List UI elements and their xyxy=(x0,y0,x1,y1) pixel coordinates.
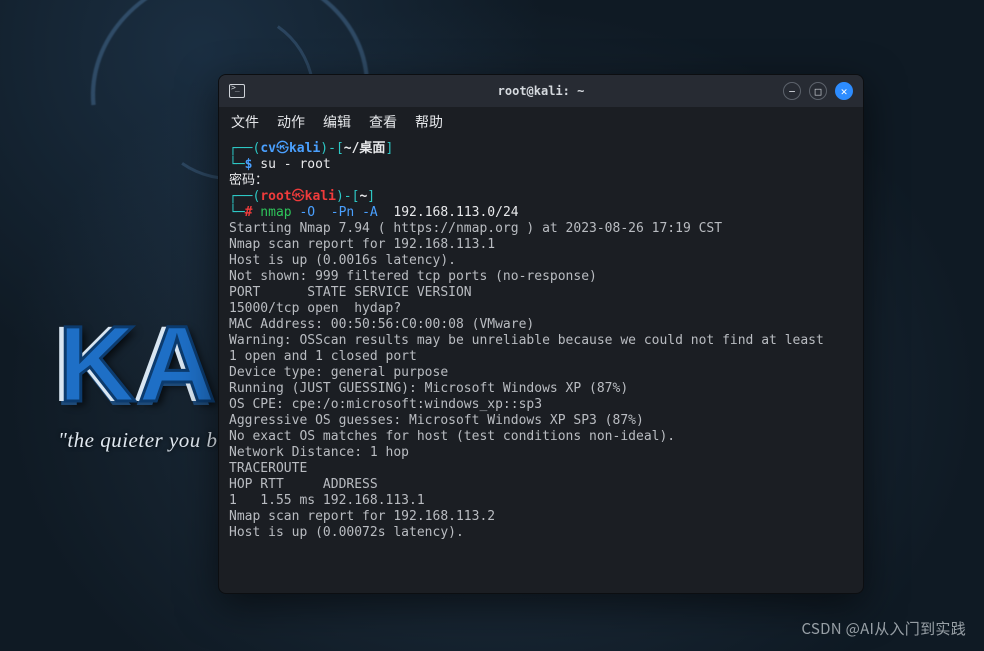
output-line: PORT STATE SERVICE VERSION xyxy=(229,285,853,301)
menu-help[interactable]: 帮助 xyxy=(415,112,443,132)
menu-file[interactable]: 文件 xyxy=(231,112,259,132)
terminal-window[interactable]: root@kali: ~ − □ ✕ 文件 动作 编辑 查看 帮助 ┌──(cv… xyxy=(218,74,864,594)
prompt-line-1b: └─$ su - root xyxy=(229,157,853,173)
output-line: HOP RTT ADDRESS xyxy=(229,477,853,493)
password-prompt: 密码： xyxy=(229,173,853,189)
terminal-menubar: 文件 动作 编辑 查看 帮助 xyxy=(219,107,863,137)
output-line: Host is up (0.0016s latency). xyxy=(229,253,853,269)
output-line: OS CPE: cpe:/o:microsoft:windows_xp::sp3 xyxy=(229,397,853,413)
output-line: TRACEROUTE xyxy=(229,461,853,477)
output-line: Nmap scan report for 192.168.113.1 xyxy=(229,237,853,253)
window-buttons: − □ ✕ xyxy=(783,82,853,100)
terminal-title: root@kali: ~ xyxy=(219,84,863,98)
output-line: Warning: OSScan results may be unreliabl… xyxy=(229,333,853,349)
minimize-button[interactable]: − xyxy=(783,82,801,100)
terminal-body[interactable]: ┌──(cv㉿kali)-[~/桌面]└─$ su - root密码：┌──(r… xyxy=(219,137,863,593)
close-button[interactable]: ✕ xyxy=(835,82,853,100)
menu-edit[interactable]: 编辑 xyxy=(323,112,351,132)
output-line: Not shown: 999 filtered tcp ports (no-re… xyxy=(229,269,853,285)
output-line: 15000/tcp open hydap? xyxy=(229,301,853,317)
terminal-titlebar[interactable]: root@kali: ~ − □ ✕ xyxy=(219,75,863,107)
output-line: Nmap scan report for 192.168.113.2 xyxy=(229,509,853,525)
output-line: MAC Address: 00:50:56:C0:00:08 (VMware) xyxy=(229,317,853,333)
output-line: 1 1.55 ms 192.168.113.1 xyxy=(229,493,853,509)
prompt-line-2: ┌──(root㉿kali)-[~] xyxy=(229,189,853,205)
output-line: No exact OS matches for host (test condi… xyxy=(229,429,853,445)
output-line: Running (JUST GUESSING): Microsoft Windo… xyxy=(229,381,853,397)
maximize-button[interactable]: □ xyxy=(809,82,827,100)
output-line: Network Distance: 1 hop xyxy=(229,445,853,461)
prompt-line-2b: └─# nmap -O -Pn -A 192.168.113.0/24 xyxy=(229,205,853,221)
terminal-icon xyxy=(229,84,245,98)
output-line: Aggressive OS guesses: Microsoft Windows… xyxy=(229,413,853,429)
output-line: Device type: general purpose xyxy=(229,365,853,381)
output-line: 1 open and 1 closed port xyxy=(229,349,853,365)
menu-view[interactable]: 查看 xyxy=(369,112,397,132)
prompt-line-1: ┌──(cv㉿kali)-[~/桌面] xyxy=(229,141,853,157)
watermark: CSDN @AI从入门到实践 xyxy=(801,618,966,639)
menu-actions[interactable]: 动作 xyxy=(277,112,305,132)
output-line: Host is up (0.00072s latency). xyxy=(229,525,853,541)
output-line: Starting Nmap 7.94 ( https://nmap.org ) … xyxy=(229,221,853,237)
